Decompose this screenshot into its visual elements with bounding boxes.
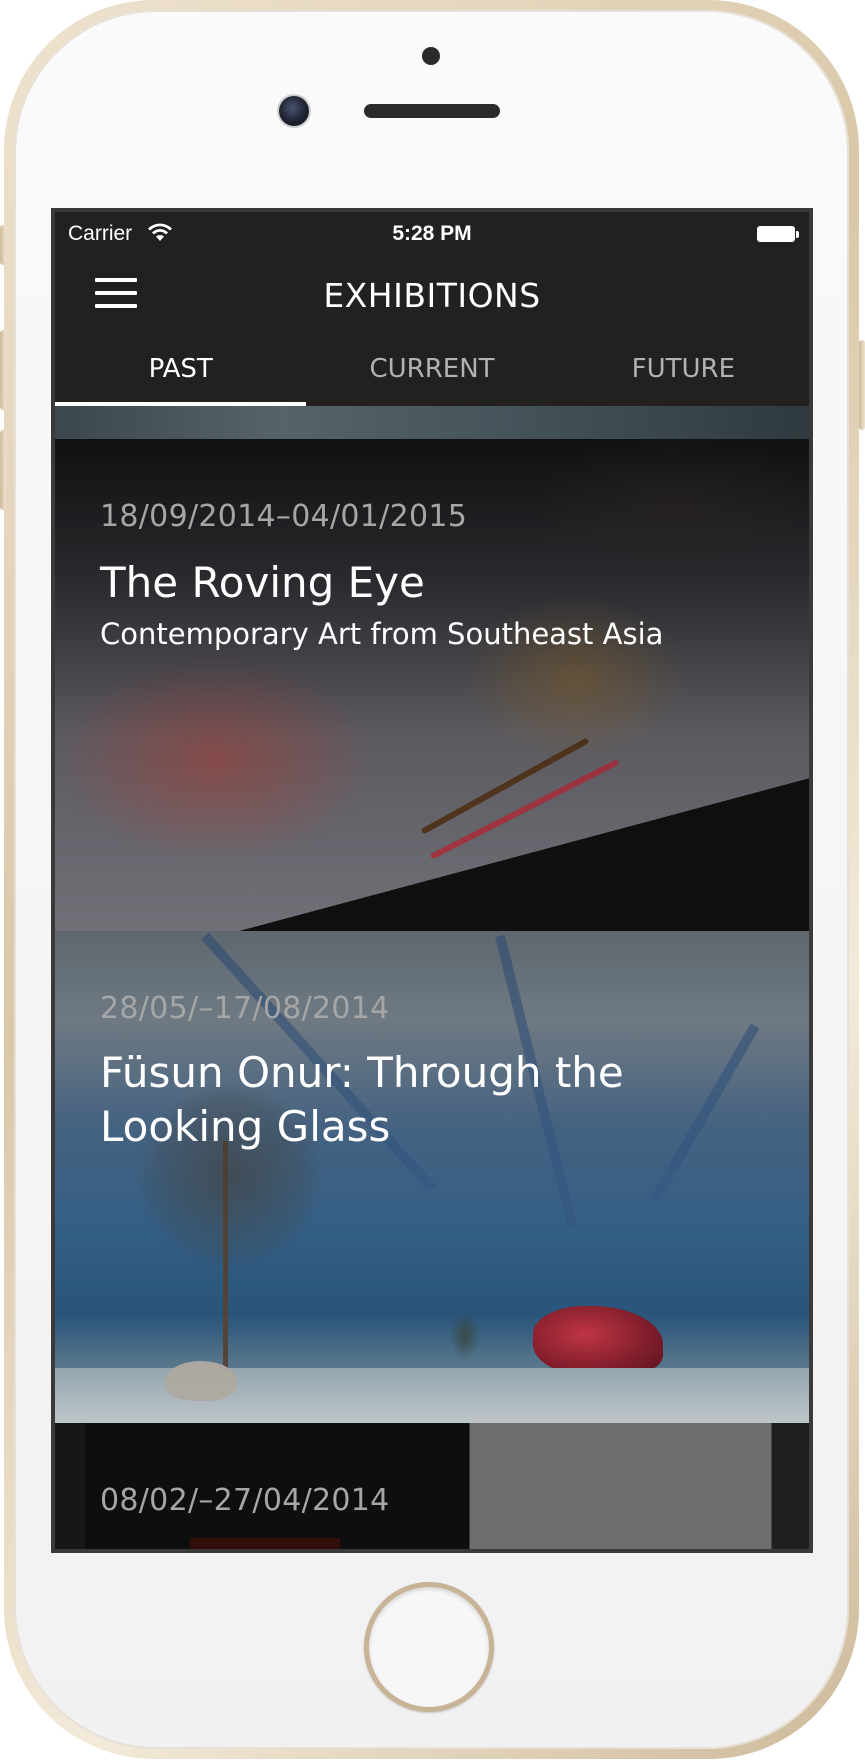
tab-current[interactable]: CURRENT [306,332,557,406]
status-time: 5:28 PM [392,222,472,245]
navigation-bar: EXHIBITIONS [55,256,809,332]
volume-up-button [0,330,6,410]
exhibition-title: Füsun Onur: Through the Looking Glass [100,1048,624,1151]
front-camera-icon [279,96,309,126]
tab-bar: PAST CURRENT FUTURE [55,332,809,406]
battery-icon [757,226,799,242]
earpiece-speaker [364,104,500,118]
power-button [859,340,865,430]
app-screen: Carrier 5:28 PM EXHIBITIONS PAST CURRENT… [51,208,813,1553]
exhibition-dates: 18/09/2014–04/01/2015 [100,499,468,534]
exhibition-card-the-roving-eye[interactable]: 18/09/2014–04/01/2015 The Roving Eye Con… [55,439,809,931]
previous-exhibition-image-peek [55,406,809,439]
tab-past[interactable]: PAST [55,332,307,406]
status-bar: Carrier 5:28 PM [55,212,809,256]
exhibition-list[interactable]: 18/09/2014–04/01/2015 The Roving Eye Con… [55,406,809,1549]
exhibition-title: The Roving Eye [100,558,425,607]
exhibition-card-partial[interactable]: 08/02/–27/04/2014 [55,1423,809,1549]
mute-switch [0,225,6,265]
volume-down-button [0,430,6,510]
tab-future[interactable]: FUTURE [558,332,809,406]
page-title: EXHIBITIONS [323,276,541,315]
exhibition-card-fusun-onur[interactable]: 28/05/–17/08/2014 Füsun Onur: Through th… [55,931,809,1423]
exhibition-dates: 28/05/–17/08/2014 [100,991,390,1026]
proximity-sensor [422,47,440,65]
home-button[interactable] [364,1582,494,1712]
exhibition-subtitle: Contemporary Art from Southeast Asia [100,617,664,651]
exhibition-dates: 08/02/–27/04/2014 [100,1483,390,1518]
